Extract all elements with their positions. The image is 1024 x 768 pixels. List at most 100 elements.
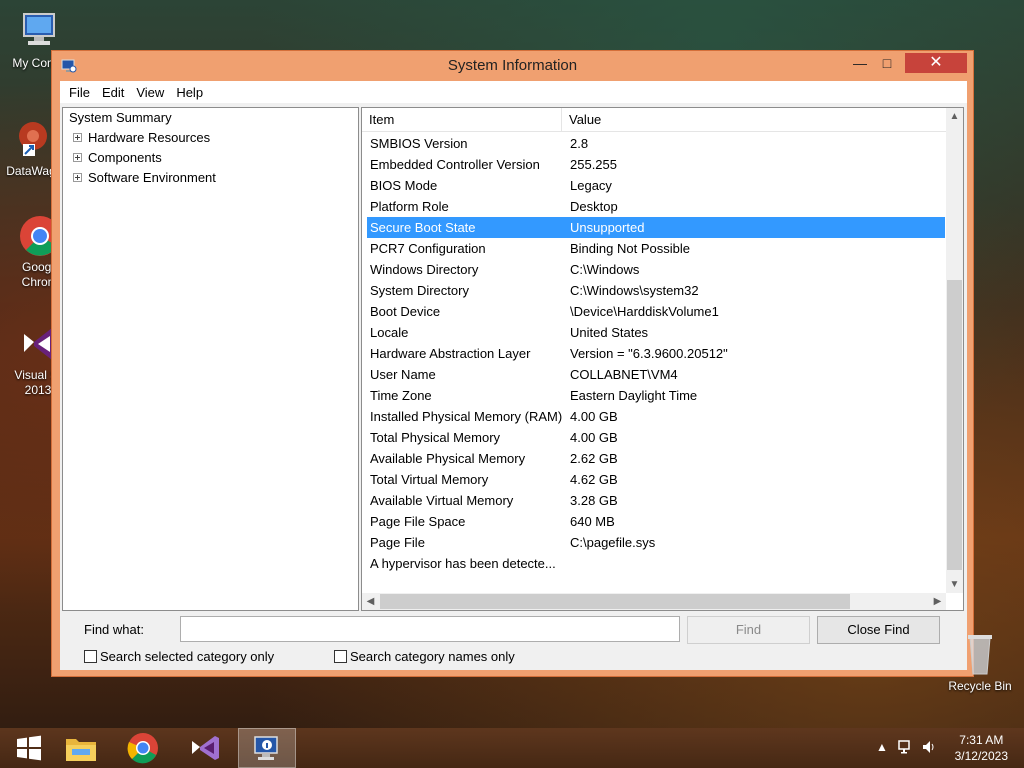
expand-icon[interactable] (73, 153, 82, 162)
table-row[interactable]: Embedded Controller Version 255.255 (367, 154, 945, 175)
find-button[interactable]: Find (687, 616, 810, 644)
start-button[interactable] (0, 728, 58, 768)
table-row[interactable]: Platform Role Desktop (367, 196, 945, 217)
taskbar: ▲ 7:31 AM 3/12/2023 (0, 728, 1024, 768)
tree-item-software-environment[interactable]: Software Environment (73, 170, 216, 185)
show-hidden-icons-icon[interactable]: ▲ (876, 740, 888, 754)
table-row[interactable]: PCR7 Configuration Binding Not Possible (367, 238, 945, 259)
taskbar-chrome[interactable] (114, 728, 172, 768)
table-row[interactable]: Total Physical Memory 4.00 GB (367, 427, 945, 448)
system-clock[interactable]: 7:31 AM 3/12/2023 (955, 732, 1008, 764)
row-value-cell: Binding Not Possible (570, 241, 690, 256)
datawag-icon (9, 118, 53, 162)
scroll-up-icon[interactable]: ▲ (946, 108, 963, 125)
taskbar-file-explorer[interactable] (52, 728, 110, 768)
menu-edit[interactable]: Edit (96, 85, 130, 100)
scroll-down-icon[interactable]: ▼ (946, 576, 963, 593)
row-value-cell: Legacy (570, 178, 612, 193)
recycle-bin-label: Recycle Bin (948, 679, 1012, 693)
tree-item-system-summary[interactable]: System Summary (69, 110, 172, 125)
row-value-cell: Eastern Daylight Time (570, 388, 698, 403)
table-row[interactable]: Page File C:\pagefile.sys (367, 532, 945, 553)
row-item-cell: User Name (370, 367, 436, 382)
row-value-cell: 255.255 (570, 157, 617, 172)
expand-icon[interactable] (73, 133, 82, 142)
row-item-cell: SMBIOS Version (370, 136, 468, 151)
table-row[interactable]: Secure Boot State Unsupported (367, 217, 945, 238)
row-item-cell: Boot Device (370, 304, 441, 319)
row-value-cell: 4.62 GB (570, 472, 618, 487)
system-info-icon (254, 736, 278, 760)
table-row[interactable]: Boot Device \Device\HarddiskVolume1 (367, 301, 945, 322)
search-category-names-checkbox[interactable] (334, 650, 347, 663)
table-row[interactable]: Hardware Abstraction Layer Version = "6.3… (367, 343, 945, 364)
row-item-cell: Total Virtual Memory (370, 472, 489, 487)
table-row[interactable]: Time Zone Eastern Daylight Time (367, 385, 945, 406)
search-selected-category-option[interactable]: Search selected category only (84, 649, 274, 664)
visual-studio-icon (192, 736, 219, 760)
row-value-cell: Version = "6.3.9600.20512" (570, 346, 728, 361)
maximize-button[interactable]: □ (873, 53, 901, 73)
expand-icon[interactable] (73, 173, 82, 182)
minimize-button[interactable]: — (847, 53, 873, 73)
vertical-scrollbar[interactable]: ▲ ▼ (946, 108, 963, 593)
column-header-item[interactable]: Item (362, 108, 562, 131)
taskbar-system-information[interactable] (238, 728, 296, 768)
search-selected-category-label: Search selected category only (100, 649, 275, 664)
tree-item-hardware-resources[interactable]: Hardware Resources (73, 130, 210, 145)
table-row[interactable]: Available Physical Memory 2.62 GB (367, 448, 945, 469)
tree-item-label: Components (88, 150, 162, 165)
vertical-scroll-thumb[interactable] (947, 280, 962, 570)
table-row[interactable]: BIOS Mode Legacy (367, 175, 945, 196)
windows-logo-icon (17, 735, 41, 761)
table-row[interactable]: A hypervisor has been detecte... (367, 553, 945, 574)
table-row[interactable]: Total Virtual Memory 4.62 GB (367, 469, 945, 490)
menu-help[interactable]: Help (170, 85, 209, 100)
row-value-cell: 3.28 GB (570, 493, 618, 508)
table-row[interactable]: Installed Physical Memory (RAM) 4.00 GB (367, 406, 945, 427)
horizontal-scroll-thumb[interactable] (380, 594, 850, 609)
row-item-cell: Embedded Controller Version (370, 157, 540, 172)
list-header: Item Value (362, 108, 946, 132)
computer-icon (16, 10, 60, 54)
close-find-button[interactable]: Close Find (817, 616, 940, 644)
search-category-names-option[interactable]: Search category names only (334, 649, 515, 664)
table-row[interactable]: Windows Directory C:\Windows (367, 259, 945, 280)
find-what-input[interactable] (180, 616, 680, 642)
desktop-icon-recycle-bin[interactable]: Recycle Bin (940, 630, 1020, 693)
table-row[interactable]: User Name COLLABNET\VM4 (367, 364, 945, 385)
search-selected-category-checkbox[interactable] (84, 650, 97, 663)
network-icon[interactable] (898, 739, 914, 758)
scroll-right-icon[interactable]: ▶ (929, 593, 946, 610)
taskbar-visual-studio[interactable] (176, 728, 234, 768)
table-row[interactable]: Page File Space 640 MB (367, 511, 945, 532)
column-header-value[interactable]: Value (562, 108, 946, 131)
scroll-left-icon[interactable]: ◀ (362, 593, 379, 610)
menu-bar: File Edit View Help (60, 81, 967, 103)
row-item-cell: A hypervisor has been detecte... (370, 556, 556, 571)
table-row[interactable]: System Directory C:\Windows\system32 (367, 280, 945, 301)
title-bar[interactable]: System Information — □ ✕ (52, 51, 973, 81)
chrome-icon (127, 733, 158, 764)
table-row[interactable]: SMBIOS Version 2.8 (367, 133, 945, 154)
row-value-cell: 2.8 (570, 136, 589, 151)
table-row[interactable]: Locale United States (367, 322, 945, 343)
horizontal-scrollbar[interactable]: ◀ ▶ (362, 593, 946, 610)
row-value-cell: COLLABNET\VM4 (570, 367, 678, 382)
volume-icon[interactable] (921, 739, 937, 758)
clock-time: 7:31 AM (959, 733, 1004, 747)
window-client-area: File Edit View Help System Summary Hardw… (60, 81, 967, 670)
list-rows: SMBIOS Version 2.8 Embedded Controller Ver… (367, 133, 945, 574)
row-value-cell: C:\pagefile.sys (570, 535, 656, 550)
close-button[interactable]: ✕ (905, 53, 967, 73)
row-item-cell: Page File Space (370, 514, 466, 529)
category-tree: System Summary Hardware Resources Compon… (62, 107, 359, 611)
row-item-cell: Page File (370, 535, 425, 550)
folder-icon (66, 739, 96, 761)
row-item-cell: Locale (370, 325, 409, 340)
row-item-cell: Platform Role (370, 199, 449, 214)
tree-item-components[interactable]: Components (73, 150, 162, 165)
menu-view[interactable]: View (130, 85, 170, 100)
table-row[interactable]: Available Virtual Memory 3.28 GB (367, 490, 945, 511)
menu-file[interactable]: File (63, 85, 96, 100)
